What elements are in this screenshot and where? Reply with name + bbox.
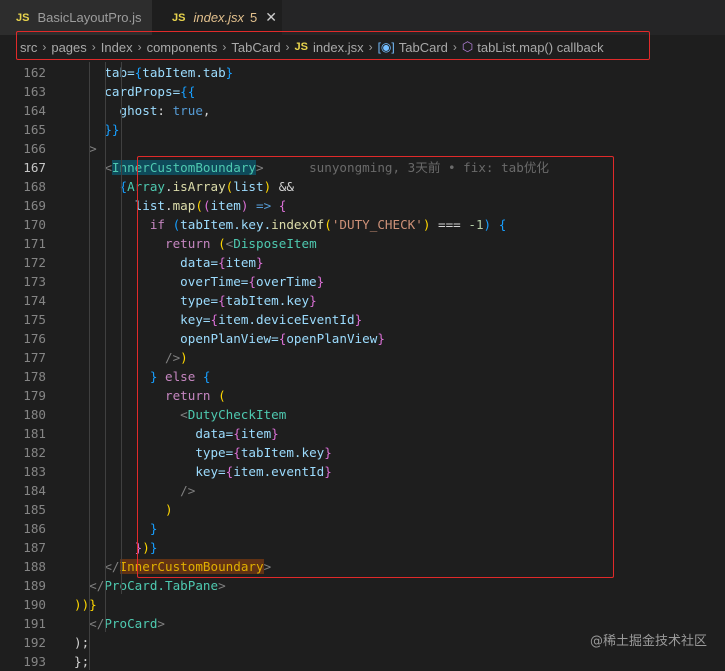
line-number: 174 [23,293,46,308]
line-number: 180 [23,407,46,422]
code-text: cardProps={{ [74,82,195,101]
line-number: 184 [23,483,46,498]
code-token: > [157,616,166,631]
tab-basiclayoutpro[interactable]: JS BasicLayoutPro.js [0,0,152,35]
line-number: 166 [23,141,46,156]
line-number: 190 [23,597,46,612]
line-number: 191 [23,616,46,631]
code-line[interactable]: 162 tab={tabItem.tab} [0,63,725,82]
code-token: > [74,141,97,156]
line-number: 186 [23,521,46,536]
code-text: ))} [74,595,97,614]
tab-label: BasicLayoutPro.js [37,10,142,25]
line-number: 179 [23,388,46,403]
line-number: 173 [23,274,46,289]
line-number: 192 [23,635,46,650]
line-number: 176 [23,331,46,346]
line-number: 175 [23,312,46,327]
code-text: }; [74,652,89,671]
js-file-icon: JS [172,11,186,24]
code-line[interactable]: 190))} [0,595,725,614]
code-line[interactable]: 165 }} [0,120,725,139]
code-token: : [157,103,173,118]
code-line[interactable]: 164 ghost: true, [0,101,725,120]
indent-guide [105,62,106,632]
line-number: 168 [23,179,46,194]
tab-index-jsx[interactable]: JS index.jsx 5 ✕ [152,0,282,35]
line-number: 189 [23,578,46,593]
line-number: 182 [23,445,46,460]
code-line[interactable]: 189 </ProCard.TabPane> [0,576,725,595]
code-token: ))} [74,597,97,612]
line-number: 172 [23,255,46,270]
code-token: }} [74,122,120,137]
code-text: </ProCard.TabPane> [74,576,226,595]
line-number: 164 [23,103,46,118]
code-text: > [74,139,97,158]
code-token: < [74,160,112,175]
line-number: 187 [23,540,46,555]
code-text: </ProCard> [74,614,165,633]
code-token: ProCard [104,616,158,631]
code-text: ); [74,633,89,652]
code-token: tabItem.tab [142,65,226,80]
line-number: 177 [23,350,46,365]
line-number: 188 [23,559,46,574]
line-number: 181 [23,426,46,441]
code-token: </ [74,559,120,574]
tab-label: index.jsx [193,10,245,25]
line-number: 162 [23,65,46,80]
line-number: 193 [23,654,46,669]
code-text: ghost: true, [74,101,211,120]
code-token: }; [74,654,90,669]
code-token: true [172,103,203,118]
code-token: } [74,540,143,555]
line-number: 165 [23,122,46,137]
editor-tab-bar: JS BasicLayoutPro.js JS index.jsx 5 ✕ [0,0,725,35]
indent-guide [89,62,90,670]
code-token: ); [74,635,90,650]
code-line[interactable]: 193}; [0,652,725,671]
line-number: 170 [23,217,46,232]
code-text: tab={tabItem.tab} [74,63,233,82]
code-token: {{ [180,84,196,99]
line-number: 169 [23,198,46,213]
code-line[interactable]: 163 cardProps={{ [0,82,725,101]
code-highlight-box [137,156,614,578]
code-token: { [74,179,128,194]
code-token: , [202,103,211,118]
code-token: } [225,65,234,80]
close-icon[interactable]: ✕ [265,9,277,26]
code-token: ghost [74,103,158,118]
line-number: 171 [23,236,46,251]
watermark: @稀土掘金技术社区 [589,634,707,649]
indent-guide [121,62,122,594]
line-number: 167 [23,160,46,175]
problem-count-badge: 5 [250,10,258,25]
breadcrumb-highlight-box [16,31,650,60]
line-number: 178 [23,369,46,384]
line-number: 183 [23,464,46,479]
js-file-icon: JS [16,11,30,24]
code-token: > [218,578,226,593]
line-number: 185 [23,502,46,517]
code-text: }} [74,120,120,139]
line-number: 163 [23,84,46,99]
